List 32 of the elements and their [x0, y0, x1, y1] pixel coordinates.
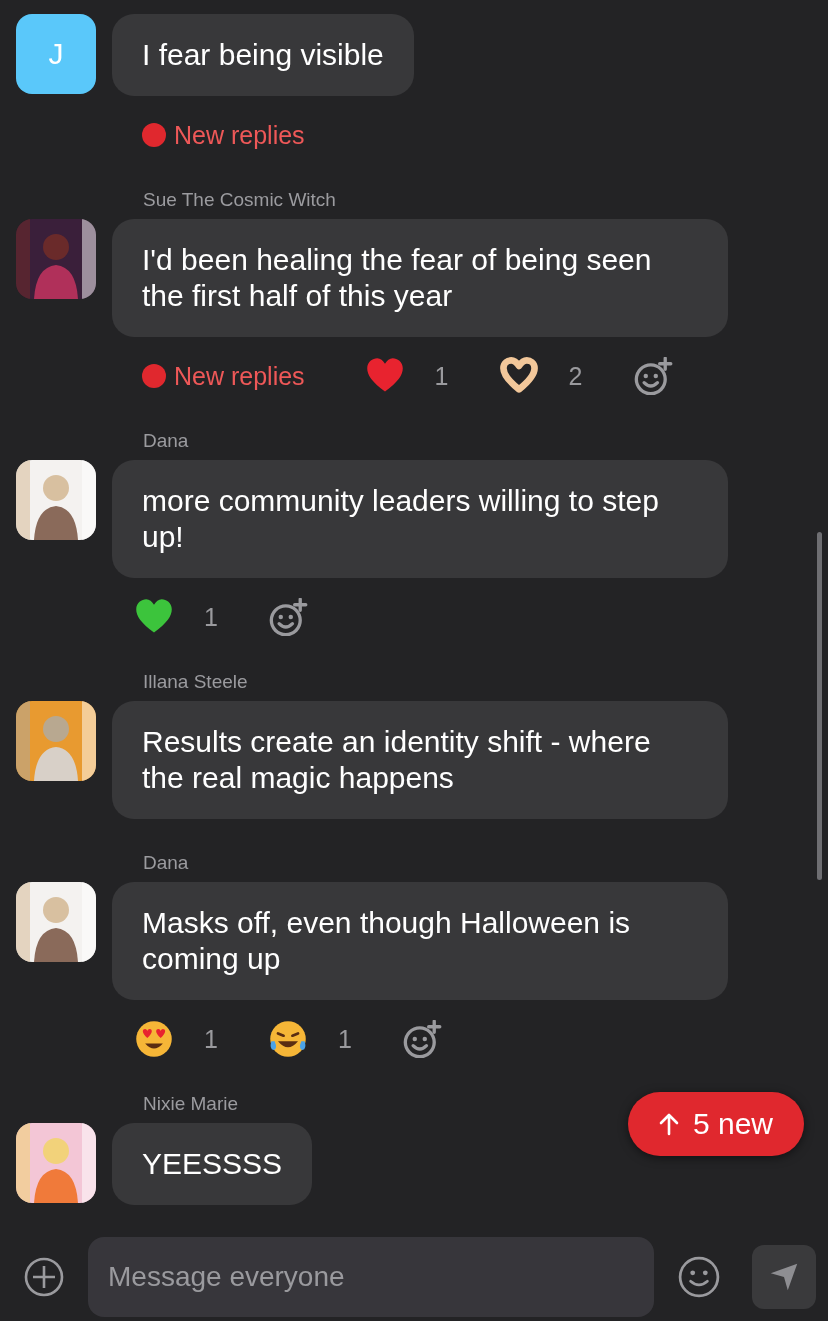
reaction-count: 2: [568, 361, 583, 391]
message-bubble: I fear being visible: [112, 14, 414, 96]
add-reaction-icon[interactable]: [632, 357, 673, 395]
arrow-up-icon: [658, 1112, 679, 1136]
reaction-count: 1: [338, 1024, 352, 1054]
message-bubble: YEESSSS: [112, 1123, 313, 1205]
add-reaction-icon[interactable]: [402, 1020, 442, 1058]
add-icon[interactable]: [24, 1256, 64, 1297]
message-bubble: I'd been healing the fear of being seen the first half of this year: [112, 219, 728, 337]
message-bubble: Results create an identity shift - where the real magic happens: [112, 701, 728, 819]
reaction-count: 1: [204, 602, 218, 632]
send-button[interactable]: [752, 1244, 816, 1309]
author-name: Sue The Cosmic Witch: [143, 189, 337, 211]
heart-eyes-face-icon[interactable]: [134, 1019, 174, 1059]
new-replies-link[interactable]: New replies: [174, 120, 305, 150]
emoji-icon[interactable]: [678, 1255, 720, 1298]
laughing-face-icon[interactable]: [268, 1019, 308, 1059]
unread-dot: [142, 123, 166, 147]
author-name: Dana: [143, 430, 190, 452]
add-reaction-icon[interactable]: [268, 598, 308, 636]
reaction-count: 1: [204, 1024, 218, 1054]
message-bubble: more community leaders willing to step up!: [112, 460, 728, 578]
reaction-count: 1: [434, 361, 449, 391]
message-bubble: Masks off, even though Halloween is coming up: [112, 882, 728, 1000]
new-replies-link[interactable]: New replies: [174, 361, 305, 391]
author-name: Nixie Marie: [143, 1093, 240, 1115]
message-input[interactable]: Message everyone: [88, 1236, 654, 1317]
author-name: Illana Steele: [143, 671, 249, 693]
scrollbar[interactable]: [817, 532, 822, 880]
author-name: Dana: [143, 852, 190, 874]
unread-dot: [142, 364, 166, 388]
new-messages-button[interactable]: 5 new: [628, 1092, 804, 1156]
